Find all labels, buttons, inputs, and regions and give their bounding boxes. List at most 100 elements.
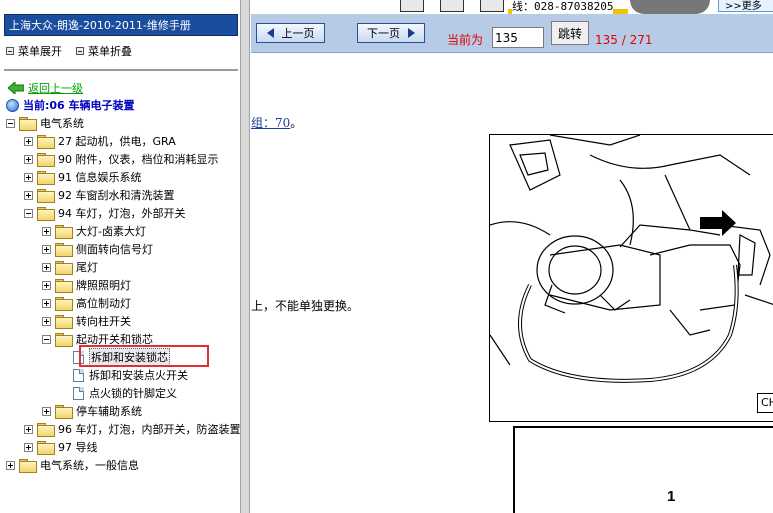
folder-icon [37, 423, 55, 437]
folder-icon [55, 261, 73, 275]
next-page-button[interactable]: 下一页 [357, 23, 425, 43]
banner-button-3[interactable] [480, 0, 504, 12]
tree-folder-item[interactable]: 电气系统 [6, 114, 84, 132]
collapse-toggle-icon[interactable] [42, 334, 51, 344]
folder-icon [55, 315, 73, 329]
expand-toggle-icon[interactable] [24, 424, 33, 434]
tree-item-label: 94 车灯，灯泡，外部开关 [58, 207, 186, 220]
page-nav-bar: 上一页 下一页 当前为 跳转 135 / 271 [251, 14, 773, 53]
tree-folder-item[interactable]: 高位制动灯 [42, 294, 131, 312]
tree-folder-item[interactable]: 94 车灯，灯泡，外部开关 [24, 204, 186, 222]
tree-folder-item[interactable]: 侧面转向信号灯 [42, 240, 153, 258]
jump-button[interactable]: 跳转 [551, 21, 589, 45]
tree-leaf-item[interactable]: 拆卸和安装点火开关 [60, 366, 188, 384]
expand-toggle-icon[interactable] [42, 244, 51, 254]
tree-item-label: 点火锁的针脚定义 [89, 387, 177, 400]
prev-page-label: 上一页 [281, 27, 315, 40]
collapse-toggle-icon[interactable] [6, 118, 15, 128]
expand-toggle-icon[interactable] [24, 172, 33, 182]
left-panel: 上海大众-朗逸-2010-2011-维修手册 菜单展开 菜单折叠 返回上一级 当… [0, 0, 241, 513]
expand-toggle-icon[interactable] [24, 442, 33, 452]
tree-folder-item[interactable]: 27 起动机，供电，GRA [24, 132, 176, 150]
tree-item-label: 电气系统，一般信息 [40, 459, 139, 472]
tree-folder-item[interactable]: 97 导线 [24, 438, 98, 456]
text-fragment-1-tail: 。 [290, 116, 303, 130]
tree-leaf-item[interactable]: 拆卸和安装锁芯 [60, 348, 170, 366]
tree-item-label: 27 起动机，供电，GRA [58, 135, 176, 148]
more-link[interactable]: >>更多 [718, 0, 773, 12]
expand-toggle-icon[interactable] [6, 460, 15, 470]
tree-item-label: 高位制动灯 [76, 297, 131, 310]
tree-folder-item[interactable]: 96 车灯，灯泡，内部开关，防盗装置 [24, 420, 241, 438]
folder-icon [37, 207, 55, 221]
section-link[interactable]: 组：70 [251, 116, 290, 130]
tree-folder-item[interactable]: 起动开关和锁芯 [42, 330, 153, 348]
tree-folder-item[interactable]: 牌照照明灯 [42, 276, 131, 294]
tree-leaf-item[interactable]: 点火锁的针脚定义 [60, 384, 177, 402]
tree-folder-item[interactable]: 92 车窗刮水和清洗装置 [24, 186, 175, 204]
right-arrow-icon [408, 28, 415, 38]
tree-folder-item[interactable]: 91 信息娱乐系统 [24, 168, 142, 186]
expand-toggle-icon[interactable] [24, 154, 33, 164]
folder-icon [19, 459, 37, 473]
folder-icon [55, 297, 73, 311]
expand-toggle-icon[interactable] [24, 190, 33, 200]
panel-splitter[interactable] [240, 0, 250, 513]
banner-button-1[interactable] [400, 0, 424, 12]
prev-page-button[interactable]: 上一页 [256, 23, 325, 43]
expand-toggle-icon[interactable] [42, 280, 51, 290]
tree-item-label: 大灯-卤素大灯 [76, 225, 146, 238]
tree-folder-item[interactable]: 大灯-卤素大灯 [42, 222, 146, 240]
tree-item-label: 尾灯 [76, 261, 98, 274]
collapse-toggle-icon[interactable] [24, 208, 33, 218]
page-number-input[interactable] [492, 27, 544, 48]
folder-icon [55, 333, 73, 347]
current-section: 当前:06 车辆电子装置 [6, 97, 135, 113]
expand-toggle-icon[interactable] [24, 136, 33, 146]
expand-toggle-icon[interactable] [42, 316, 51, 326]
tree-folder-item[interactable]: 尾灯 [42, 258, 98, 276]
tree-item-label: 拆卸和安装锁芯 [89, 348, 170, 366]
step-number: 1 [667, 488, 676, 505]
expand-toggle-icon[interactable] [42, 262, 51, 272]
menu-expand-button[interactable]: 菜单展开 [6, 43, 62, 59]
folder-icon [55, 405, 73, 419]
folder-icon [55, 243, 73, 257]
menu-collapse-button[interactable]: 菜单折叠 [76, 43, 132, 59]
expand-toggle-icon[interactable] [42, 298, 51, 308]
menu-ops: 菜单展开 菜单折叠 [6, 43, 132, 59]
banner-button-2[interactable] [440, 0, 464, 12]
next-page-label: 下一页 [367, 27, 400, 40]
expand-icon [6, 47, 14, 55]
expand-toggle-icon[interactable] [42, 406, 51, 416]
tree-folder-item[interactable]: 电气系统，一般信息 [6, 456, 139, 474]
tree-item-label: 侧面转向信号灯 [76, 243, 153, 256]
globe-icon [6, 98, 19, 112]
banner-phone: 线：028-87038205 [512, 0, 614, 14]
divider [4, 69, 238, 71]
menu-expand-label: 菜单展开 [18, 45, 62, 58]
tree-item-label: 电气系统 [40, 117, 84, 130]
tree-folder-item[interactable]: 停车辅助系统 [42, 402, 142, 420]
repair-illustration: CH [489, 134, 773, 422]
tree-item-label: 92 车窗刮水和清洗装置 [58, 189, 175, 202]
folder-icon [55, 225, 73, 239]
text-fragment-2: 上，不能单独更换。 [251, 299, 360, 313]
back-link[interactable]: 返回上一级 [8, 80, 83, 96]
tree-item-label: 转向柱开关 [76, 315, 131, 328]
document-content: 组：70。 上，不能单独更换。 C 1 [251, 54, 773, 513]
tree-folder-item[interactable]: 转向柱开关 [42, 312, 131, 330]
tree-folder-item[interactable]: 90 附件，仪表，档位和消耗显示 [24, 150, 219, 168]
expand-toggle-icon[interactable] [42, 226, 51, 236]
document-icon [73, 350, 84, 364]
tree-item-label: 96 车灯，灯泡，内部开关，防盗装置 [58, 423, 241, 436]
app-window: 上海大众-朗逸-2010-2011-维修手册 菜单展开 菜单折叠 返回上一级 当… [0, 0, 773, 513]
banner-image [630, 0, 710, 14]
tree-item-label: 91 信息娱乐系统 [58, 171, 142, 184]
folder-icon [37, 189, 55, 203]
folder-icon [37, 171, 55, 185]
collapse-icon [76, 47, 84, 55]
tree-item-label: 拆卸和安装点火开关 [89, 369, 188, 382]
folder-icon [37, 153, 55, 167]
folder-icon [37, 135, 55, 149]
